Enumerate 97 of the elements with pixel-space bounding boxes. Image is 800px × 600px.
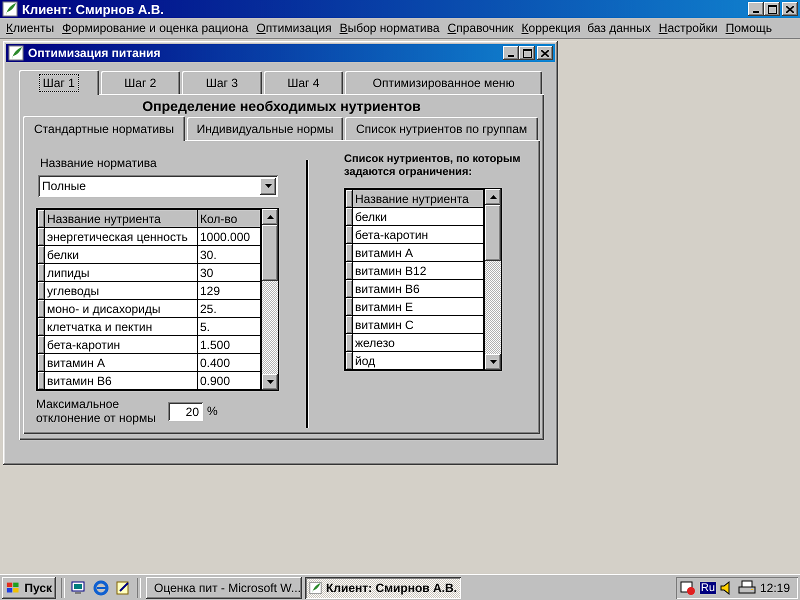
table-cell: витамин С bbox=[352, 316, 484, 334]
taskbar-button[interactable]: Оценка пит - Microsoft W... bbox=[146, 577, 302, 599]
row-header[interactable] bbox=[346, 298, 352, 316]
tab[interactable]: Индивидуальные нормы bbox=[187, 117, 344, 140]
maximize-icon bbox=[768, 4, 776, 14]
norm-dropdown[interactable]: Полные bbox=[38, 175, 278, 197]
field-label: Название норматива bbox=[40, 156, 157, 170]
column-header: Кол-во bbox=[198, 210, 260, 228]
down-arrow-icon bbox=[490, 360, 496, 364]
row-header[interactable] bbox=[346, 352, 352, 370]
language-indicator[interactable]: Ru bbox=[700, 582, 716, 594]
close-icon bbox=[541, 50, 549, 56]
scrollbar[interactable] bbox=[484, 189, 501, 370]
row-header[interactable] bbox=[346, 262, 352, 280]
table-cell: витамин В6 bbox=[352, 280, 484, 298]
maximize-button[interactable] bbox=[764, 2, 780, 16]
menu-item[interactable]: Выбор норматива bbox=[336, 21, 444, 35]
row-header[interactable] bbox=[38, 300, 44, 318]
field-label: Максимальное отклонение от нормы bbox=[36, 397, 157, 425]
row-header[interactable] bbox=[38, 282, 44, 300]
column-header: Название нутриента bbox=[44, 210, 198, 228]
table-cell: белки bbox=[44, 246, 198, 264]
table-cell: моно- и дисахориды bbox=[44, 300, 198, 318]
table-cell: витамин Е bbox=[352, 298, 484, 316]
clock: 12:19 bbox=[760, 581, 790, 595]
app-icon bbox=[309, 580, 322, 596]
printer-icon[interactable] bbox=[738, 580, 756, 596]
menu-item[interactable]: Оптимизация bbox=[252, 21, 336, 35]
row-header[interactable] bbox=[346, 244, 352, 262]
scroll-down-button[interactable] bbox=[485, 354, 501, 370]
maximize-button[interactable] bbox=[519, 46, 535, 60]
menu-item[interactable]: Справочник bbox=[444, 21, 518, 35]
menu-item[interactable]: Помощь bbox=[722, 21, 776, 35]
menu-item[interactable]: Настройки bbox=[654, 21, 722, 35]
table-cell: железо bbox=[352, 334, 484, 352]
table-cell: бета-каротин bbox=[44, 336, 198, 354]
table-cell: йод bbox=[352, 352, 484, 370]
scroll-thumb[interactable] bbox=[485, 205, 501, 261]
app-icon bbox=[8, 45, 24, 61]
tab[interactable]: Шаг 4 bbox=[264, 71, 344, 94]
close-icon bbox=[786, 6, 794, 12]
up-arrow-icon bbox=[266, 215, 274, 219]
window-title: Оптимизация питания bbox=[28, 46, 162, 60]
row-header[interactable] bbox=[38, 246, 44, 264]
windows-logo-icon bbox=[6, 581, 20, 595]
section-heading: Определение необходимых нутриентов bbox=[142, 98, 421, 116]
tab[interactable]: Оптимизированное меню bbox=[345, 71, 542, 94]
row-header[interactable] bbox=[38, 318, 44, 336]
tab[interactable]: Шаг 3 bbox=[182, 71, 262, 94]
row-header[interactable] bbox=[346, 316, 352, 334]
row-header[interactable] bbox=[38, 228, 44, 246]
row-header[interactable] bbox=[38, 336, 44, 354]
close-button[interactable] bbox=[537, 46, 553, 60]
row-header[interactable] bbox=[38, 372, 44, 390]
table-cell: витамин А bbox=[44, 354, 198, 372]
table-cell: витамин В12 bbox=[352, 262, 484, 280]
scroll-thumb[interactable] bbox=[262, 225, 278, 281]
scrollbar[interactable] bbox=[261, 209, 278, 390]
input-field[interactable]: 20 bbox=[168, 402, 203, 420]
table-cell: витамин А bbox=[352, 244, 484, 262]
row-header[interactable] bbox=[346, 226, 352, 244]
table-cell: клетчатка и пектин bbox=[44, 318, 198, 336]
app-icon bbox=[2, 1, 18, 17]
minimize-button[interactable] bbox=[503, 46, 519, 60]
list-label: Список нутриентов, по которым задаются ограничения: bbox=[344, 153, 522, 179]
row-header[interactable] bbox=[346, 280, 352, 298]
scheduler-icon[interactable] bbox=[680, 580, 696, 596]
table-cell: витамин В6 bbox=[44, 372, 198, 390]
table-cell: липиды bbox=[44, 264, 198, 282]
window-title: Клиент: Смирнов А.В. bbox=[22, 2, 165, 16]
scroll-up-button[interactable] bbox=[262, 209, 278, 225]
tab[interactable]: Шаг 2 bbox=[100, 71, 180, 94]
tab[interactable]: Стандартные нормативы bbox=[23, 116, 186, 141]
up-arrow-icon bbox=[490, 195, 496, 199]
menu-item[interactable]: Формирование и оценка рациона bbox=[58, 21, 252, 35]
maximize-icon bbox=[522, 48, 532, 58]
tab[interactable]: Шаг 1 bbox=[19, 70, 99, 95]
menu-item[interactable]: Коррекция баз данных bbox=[518, 21, 655, 35]
close-button[interactable] bbox=[782, 2, 798, 16]
down-arrow-icon bbox=[266, 380, 274, 384]
row-header[interactable] bbox=[38, 354, 44, 372]
row-header[interactable] bbox=[38, 264, 44, 282]
row-header[interactable] bbox=[346, 208, 352, 226]
menu-item[interactable]: Клиенты bbox=[2, 21, 58, 35]
column-header: Название нутриента bbox=[352, 190, 484, 208]
scroll-up-button[interactable] bbox=[485, 189, 501, 205]
table-cell: белки bbox=[352, 208, 484, 226]
start-button[interactable]: Пуск bbox=[2, 577, 56, 599]
row-header[interactable] bbox=[346, 334, 352, 352]
table-cell: углеводы bbox=[44, 282, 198, 300]
unit-label: % bbox=[207, 404, 218, 418]
minimize-button[interactable] bbox=[748, 2, 764, 16]
taskbar-button[interactable]: Клиент: Смирнов А.В. bbox=[305, 577, 461, 599]
tab[interactable]: Список нутриентов по группам bbox=[345, 117, 538, 140]
scroll-down-button[interactable] bbox=[262, 374, 278, 390]
table-cell: бета-каротин bbox=[352, 226, 484, 244]
table-cell: энергетическая ценность bbox=[44, 228, 198, 246]
